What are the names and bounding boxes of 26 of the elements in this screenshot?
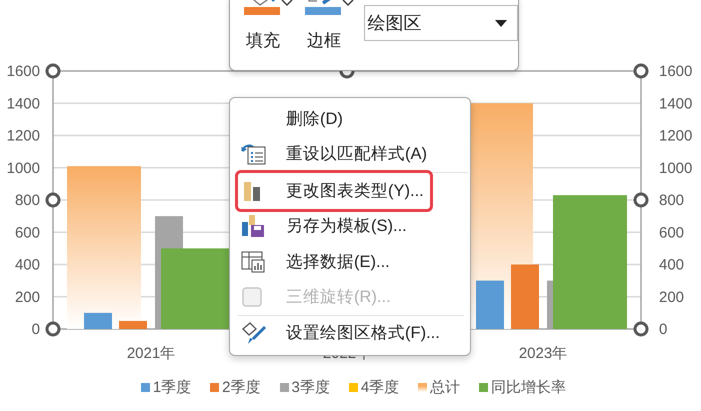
tick-label: 800 bbox=[14, 192, 40, 209]
tick-label: 1600 bbox=[659, 63, 692, 80]
legend-label: 4季度 bbox=[360, 378, 400, 397]
tick-label: 1600 bbox=[6, 63, 40, 80]
tick-label: 800 bbox=[659, 192, 684, 209]
tick-label: 1400 bbox=[6, 95, 40, 112]
legend-label: 总计 bbox=[430, 378, 460, 397]
tick-label: 200 bbox=[14, 288, 40, 306]
tick-label: 1000 bbox=[659, 160, 692, 177]
category-label: 2021年 bbox=[126, 345, 176, 362]
tick-label: 1200 bbox=[6, 128, 40, 144]
tick-label: 1000 bbox=[6, 160, 40, 177]
legend-label: 3季度 bbox=[292, 378, 330, 397]
legend-label: 同比增长率 bbox=[491, 378, 566, 397]
tick-label: 400 bbox=[659, 256, 684, 274]
tick-label: 1200 bbox=[659, 128, 692, 144]
tick-label: 1400 bbox=[659, 95, 692, 112]
tick-label: 600 bbox=[14, 224, 40, 242]
legend-label: 1季度 bbox=[152, 378, 192, 397]
tick-label: 200 bbox=[659, 288, 684, 306]
tick-label: 600 bbox=[659, 224, 684, 242]
tick-label: 0 bbox=[659, 321, 668, 338]
tick-label: 400 bbox=[14, 256, 40, 274]
tick-label: 0 bbox=[32, 321, 40, 338]
category-label: 2023年 bbox=[518, 345, 568, 362]
legend-label: 2季度 bbox=[222, 378, 260, 397]
